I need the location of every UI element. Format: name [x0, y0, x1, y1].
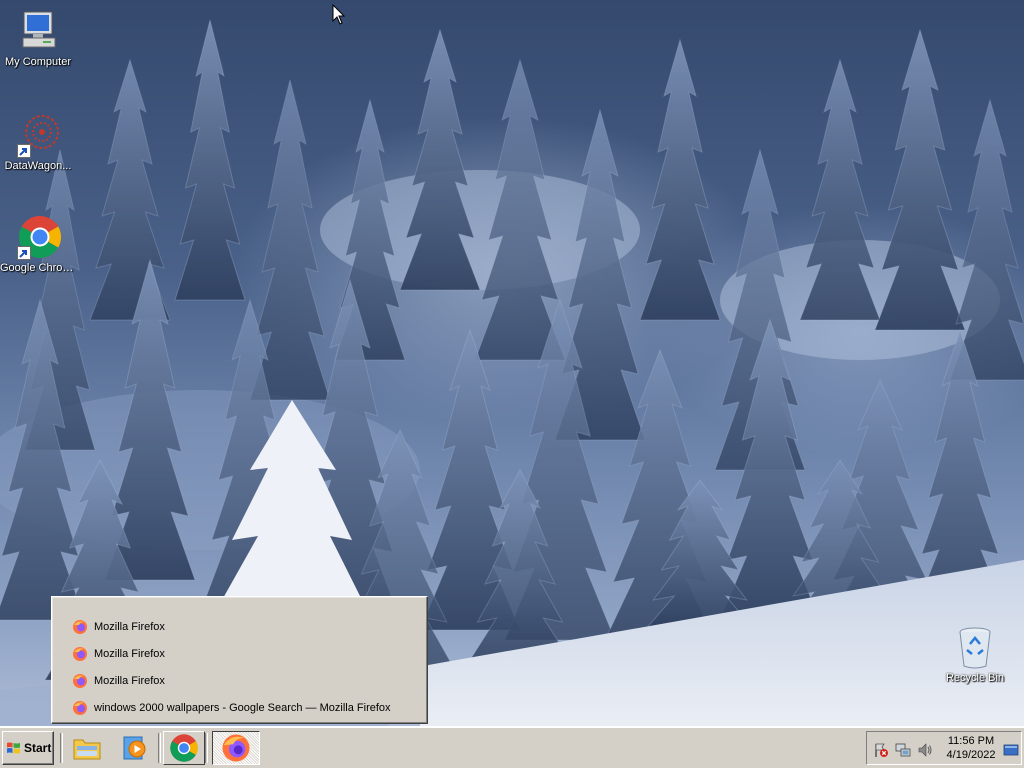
window-list-item-label: windows 2000 wallpapers - Google Search …	[94, 701, 391, 714]
desktop-icon-datawagon[interactable]: DataWagon...	[0, 112, 76, 173]
chrome-icon	[15, 214, 62, 260]
recycle-bin-icon	[952, 624, 998, 670]
clock[interactable]: 11:56 PM 4/19/2022	[943, 734, 999, 762]
firefox-icon	[73, 700, 87, 715]
desktop-icon-label: DataWagon...	[4, 160, 72, 172]
clock-time: 11:56 PM	[947, 735, 995, 747]
system-tray: 11:56 PM 4/19/2022	[866, 731, 1022, 765]
taskbar-separator	[60, 733, 63, 763]
start-button-label: Start	[24, 741, 52, 755]
quick-launch-explorer[interactable]	[66, 731, 108, 765]
clock-date: 4/19/2022	[946, 749, 996, 761]
desktop-icon-google-chrome[interactable]: Google Chrome	[0, 214, 76, 275]
window-list-item[interactable]: Mozilla Firefox	[52, 667, 427, 694]
taskbar-separator	[158, 733, 161, 763]
taskbar-separator	[205, 733, 208, 763]
computer-icon	[15, 8, 61, 54]
shortcut-arrow-icon	[17, 246, 31, 260]
firefox-icon	[73, 673, 87, 688]
desktop-icon-my-computer[interactable]: My Computer	[0, 8, 76, 69]
show-desktop-icon[interactable]	[1003, 742, 1019, 758]
datawagon-icon	[15, 112, 61, 158]
firefox-icon	[222, 734, 250, 762]
taskbar: Start 11:56 PM 4/19/2022	[0, 726, 1024, 768]
explorer-icon	[73, 739, 101, 760]
taskbar-app-chrome[interactable]	[163, 731, 205, 765]
security-alert-icon[interactable]	[873, 742, 889, 758]
desktop-icon-label: My Computer	[4, 56, 72, 68]
shortcut-arrow-icon	[17, 144, 31, 158]
window-list-item[interactable]: Mozilla Firefox	[52, 613, 427, 640]
mouse-cursor-icon	[332, 4, 346, 25]
firefox-icon	[73, 646, 87, 661]
window-list-item[interactable]: Mozilla Firefox	[52, 640, 427, 667]
media-player-icon	[123, 736, 146, 760]
firefox-icon	[73, 619, 87, 634]
quick-launch-media-player[interactable]	[114, 731, 156, 765]
window-list-item[interactable]: windows 2000 wallpapers - Google Search …	[52, 694, 427, 721]
window-list-item-label: Mozilla Firefox	[94, 647, 165, 660]
desktop-icon-recycle-bin[interactable]: Recycle Bin	[937, 624, 1013, 685]
chrome-icon	[170, 734, 198, 762]
network-icon[interactable]	[895, 742, 911, 758]
taskbar-app-firefox[interactable]	[212, 731, 260, 765]
window-list-item-label: Mozilla Firefox	[94, 620, 165, 633]
window-list-item-label: Mozilla Firefox	[94, 674, 165, 687]
desktop-icon-label: Google Chrome	[0, 262, 76, 274]
desktop-icon-label: Recycle Bin	[945, 672, 1005, 684]
start-button[interactable]: Start	[2, 731, 54, 765]
volume-icon[interactable]	[917, 742, 933, 758]
windows-logo-icon	[7, 742, 20, 754]
firefox-window-list-popup: Mozilla Firefox Mozilla Firefox Mozilla …	[51, 596, 428, 724]
